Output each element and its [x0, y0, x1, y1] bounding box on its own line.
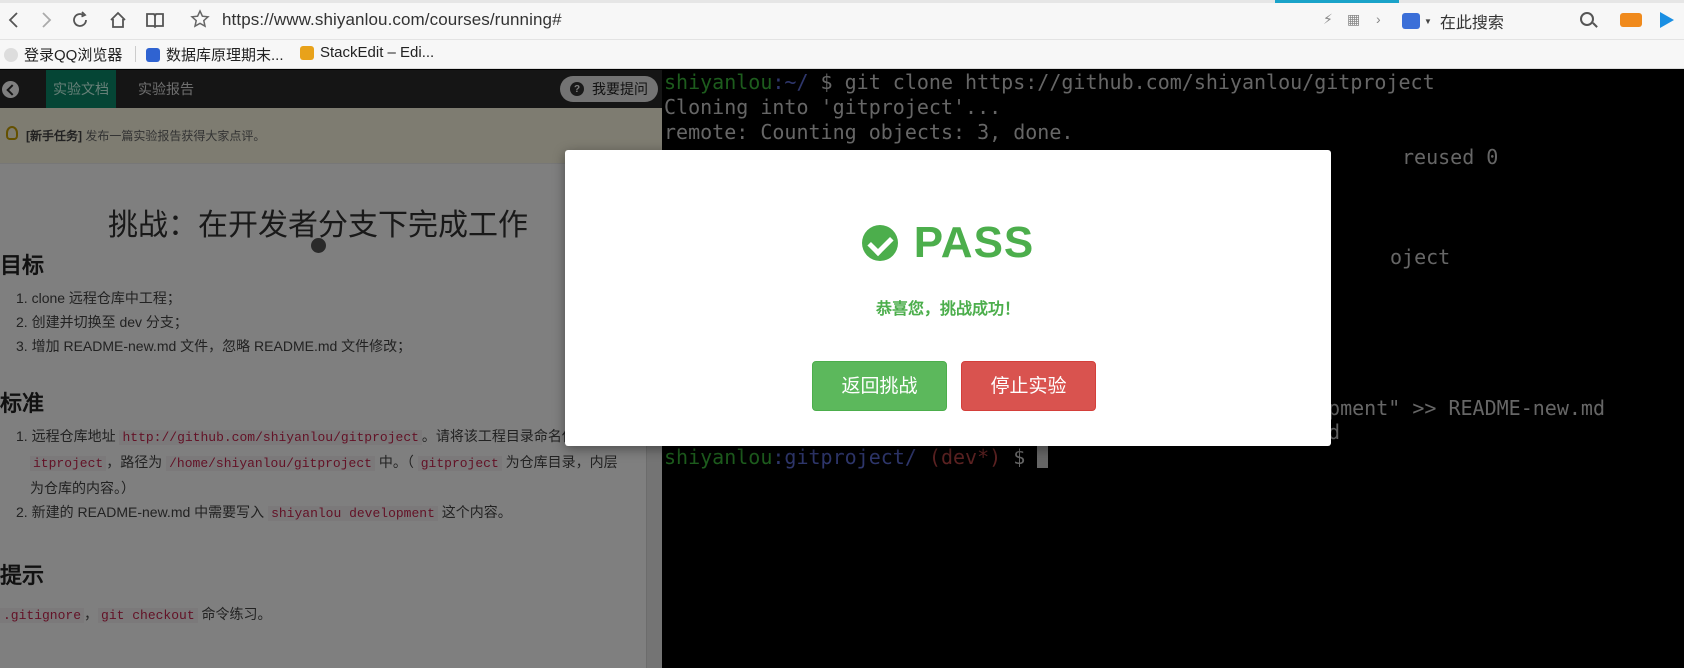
- bookmark-stackedit[interactable]: StackEdit – Edi...: [300, 44, 434, 61]
- video-camera-icon[interactable]: [1620, 13, 1642, 27]
- bookmark-label: 登录QQ浏览器: [24, 47, 123, 64]
- stop-experiment-button[interactable]: 停止实验: [961, 361, 1096, 411]
- chevron-right-icon[interactable]: ›: [1376, 11, 1381, 27]
- check-circle-icon: [861, 225, 898, 261]
- bookmark-divider: [135, 46, 136, 62]
- search-engine-box[interactable]: ▼ 在此搜索: [1402, 9, 1582, 33]
- lightning-icon[interactable]: ⚡: [1323, 11, 1333, 28]
- bookmarks-bar: 登录QQ浏览器 数据库原理期末... StackEdit – Edi...: [0, 40, 1684, 69]
- back-to-challenge-button[interactable]: 返回挑战: [812, 361, 947, 411]
- bookmark-qq-login[interactable]: 登录QQ浏览器: [4, 44, 122, 65]
- success-message: 恭喜您，挑战成功！: [875, 301, 1020, 318]
- pass-status: PASS: [565, 218, 1331, 268]
- bookmark-database[interactable]: 数据库原理期末...: [146, 44, 284, 65]
- active-tab-indicator: [1275, 0, 1399, 3]
- refresh-icon[interactable]: [68, 8, 92, 32]
- back-icon[interactable]: [2, 8, 26, 32]
- baidu-paw-icon: [146, 47, 160, 62]
- bookmark-label: StackEdit – Edi...: [320, 44, 435, 61]
- forward-icon[interactable]: [34, 8, 58, 32]
- stackedit-icon: [300, 45, 314, 60]
- tab-strip-line: [0, 0, 1684, 3]
- user-icon: [4, 47, 18, 62]
- reading-mode-icon[interactable]: [143, 8, 167, 32]
- home-icon[interactable]: [106, 8, 130, 32]
- play-icon[interactable]: [1660, 12, 1674, 28]
- bookmark-label: 数据库原理期末...: [166, 47, 284, 64]
- chevron-down-icon[interactable]: ▼: [1424, 17, 1432, 26]
- search-input[interactable]: 在此搜索: [1440, 9, 1504, 33]
- url-text[interactable]: https://www.shiyanlou.com/courses/runnin…: [222, 10, 562, 30]
- qrcode-icon[interactable]: ▦: [1347, 11, 1360, 28]
- favorite-star-icon[interactable]: [190, 9, 212, 31]
- result-dialog: PASS 恭喜您，挑战成功！ 返回挑战 停止实验: [565, 150, 1331, 446]
- search-engine-icon[interactable]: [1402, 13, 1420, 29]
- pass-label: PASS: [913, 218, 1035, 267]
- browser-address-bar: https://www.shiyanlou.com/courses/runnin…: [0, 0, 1684, 40]
- search-icon[interactable]: [1580, 12, 1594, 26]
